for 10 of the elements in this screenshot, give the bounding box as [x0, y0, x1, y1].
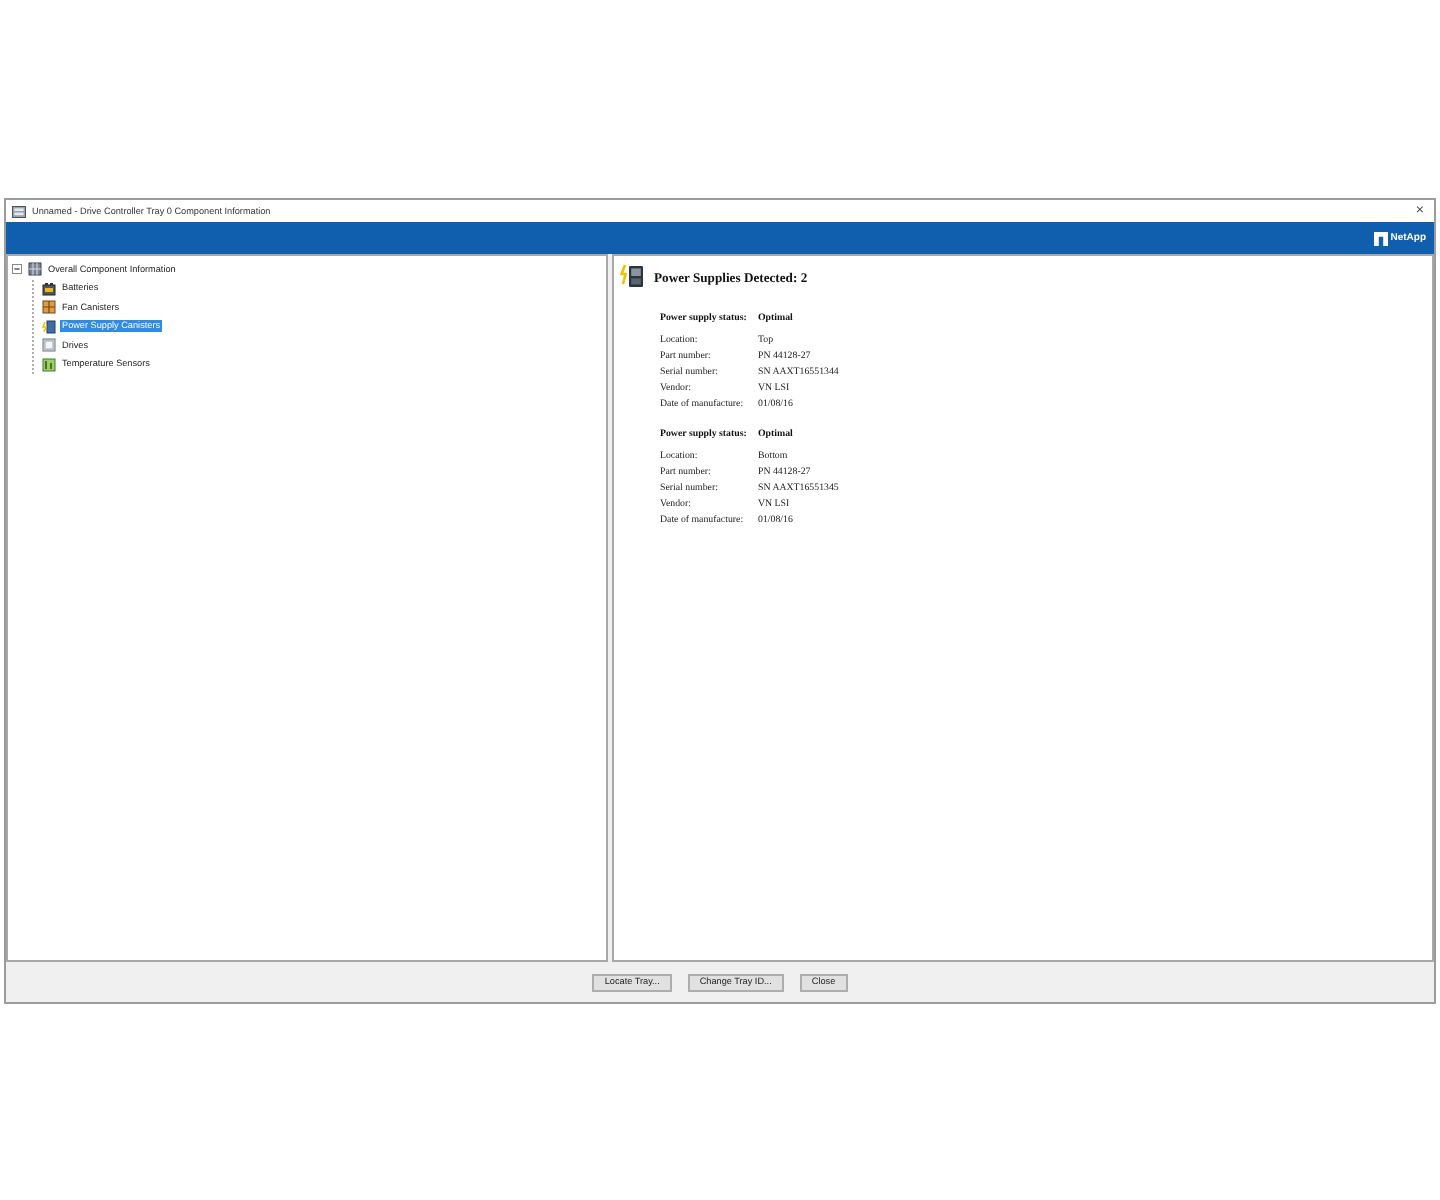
logo-icon — [1374, 231, 1389, 245]
power-supply-icon — [620, 263, 644, 287]
collapse-icon[interactable] — [12, 264, 22, 275]
drive-icon — [42, 338, 56, 353]
fan-unit-icon — [42, 300, 56, 315]
app-icon — [12, 205, 26, 217]
battery-icon — [42, 281, 56, 296]
power-unit-icon — [42, 319, 56, 334]
component-icon — [28, 262, 42, 277]
temperature-sensor-icon — [42, 357, 56, 372]
